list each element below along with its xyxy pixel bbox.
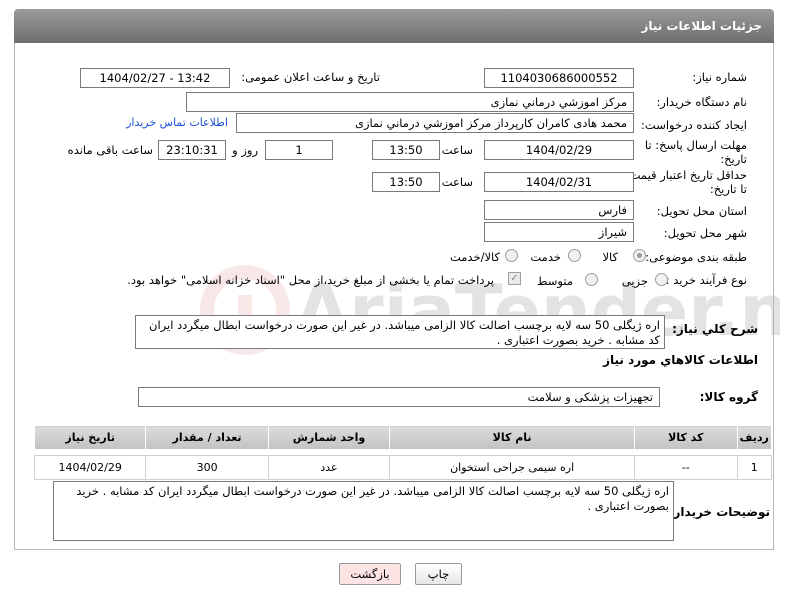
category-option-goods: کالا (602, 250, 618, 264)
table-header-row: ردیف کد کالا نام کالا واحد شمارش تعداد /… (33, 425, 772, 450)
province-label: استان محل تحویل: (656, 204, 747, 218)
back-button[interactable]: بازگشت (339, 563, 401, 585)
process-label: نوع فرآیند خرید : (665, 273, 747, 287)
need-number-field: 1104030686000552 (484, 68, 634, 88)
category-radio-goods-service[interactable] (505, 249, 518, 262)
deadline-time-field: 13:50 (372, 140, 440, 160)
min-price-label: حداقل تاریخ اعتبار قیمت: (625, 168, 747, 182)
need-number-label: شماره نیاز: (692, 70, 747, 84)
category-radio-goods[interactable] (633, 249, 646, 262)
deadline-label-date: تاریخ: (720, 152, 747, 166)
print-button[interactable]: چاپ (415, 563, 462, 585)
requester-label: ایجاد کننده درخواست: (641, 118, 747, 132)
buyer-notes-label: توضیحات خریدار: (668, 505, 770, 519)
min-price-date-field: 1404/02/31 (484, 172, 634, 192)
goods-group-label: گروه کالا: (699, 390, 758, 404)
category-radio-service[interactable] (568, 249, 581, 262)
page-title-bar: جزئیات اطلاعات نیاز (14, 9, 774, 43)
province-field: فارس (484, 200, 634, 220)
cell-code: -- (634, 455, 738, 480)
cell-unit: عدد (267, 455, 391, 480)
cell-date: 1404/02/29 (33, 455, 147, 480)
days-label: روز و (232, 143, 258, 157)
buyer-org-label: نام دستگاه خریدار: (656, 95, 747, 109)
city-label: شهر محل تحویل: (663, 226, 747, 240)
col-header-unit: واحد شمارش (267, 425, 391, 450)
announce-field: 1404/02/27 - 13:42 (80, 68, 230, 88)
requester-field: محمد هادی کامران کارپرداز مرکز اموزشي در… (236, 113, 634, 133)
payment-note: پرداخت تمام یا بخشی از مبلغ خرید،از محل … (127, 273, 494, 287)
col-header-code: کد کالا (634, 425, 738, 450)
deadline-label: مهلت ارسال پاسخ: تا (644, 138, 747, 152)
announce-label: تاریخ و ساعت اعلان عمومی: (241, 70, 380, 84)
process-radio-medium[interactable] (585, 273, 598, 286)
description-field: اره ژیگلی 50 سه لایه برچسب اصالت کالا ال… (135, 315, 665, 349)
category-option-service: خدمت (530, 250, 561, 264)
goods-section-title: اطلاعات کالاهاي مورد نياز (603, 353, 758, 367)
process-option-medium: متوسط (536, 274, 573, 288)
deadline-date-field: 1404/02/29 (484, 140, 634, 160)
cell-name: اره سیمی جراحی استخوان (389, 455, 636, 480)
process-option-minor: جزیی (621, 274, 648, 288)
deadline-time-label: ساعت (441, 143, 473, 157)
remaining-time-field: 23:10:31 (158, 140, 226, 160)
min-price-time-field: 13:50 (372, 172, 440, 192)
category-label: طبقه بندی موضوعی: (645, 250, 747, 264)
buyer-org-field: مرکز اموزشي درماني نمازی (186, 92, 634, 112)
page-title: جزئیات اطلاعات نیاز (641, 19, 762, 33)
days-field: 1 (265, 140, 333, 160)
contact-buyer-link[interactable]: اطلاعات تماس خریدار (126, 116, 228, 129)
col-header-name: نام کالا (389, 425, 636, 450)
col-header-row-num: ردیف (736, 425, 772, 450)
category-option-goods-service: کالا/خدمت (449, 250, 500, 264)
cell-qty: 300 (145, 455, 269, 480)
remaining-label: ساعت باقی مانده (67, 143, 153, 157)
cell-row-num: 1 (736, 455, 772, 480)
col-header-date: تاریخ نیاز (33, 425, 147, 450)
goods-group-field: تجهیزات پزشکی و سلامت (138, 387, 660, 407)
process-radio-minor[interactable] (655, 273, 668, 286)
table-row: 1 -- اره سیمی جراحی استخوان عدد 300 1404… (33, 455, 772, 480)
city-field: شیراز (484, 222, 634, 242)
treasury-checkbox[interactable]: ✓ (508, 272, 521, 285)
description-label: شرح کلي نياز: (672, 322, 758, 336)
buyer-notes-field: اره ژیگلی 50 سه لایه برچسب اصالت کالا ال… (53, 481, 674, 541)
min-price-label-date: تا تاریخ: (709, 182, 747, 196)
col-header-qty: تعداد / مقدار (145, 425, 269, 450)
min-price-time-label: ساعت (441, 175, 473, 189)
goods-table: ردیف کد کالا نام کالا واحد شمارش تعداد /… (33, 425, 772, 480)
